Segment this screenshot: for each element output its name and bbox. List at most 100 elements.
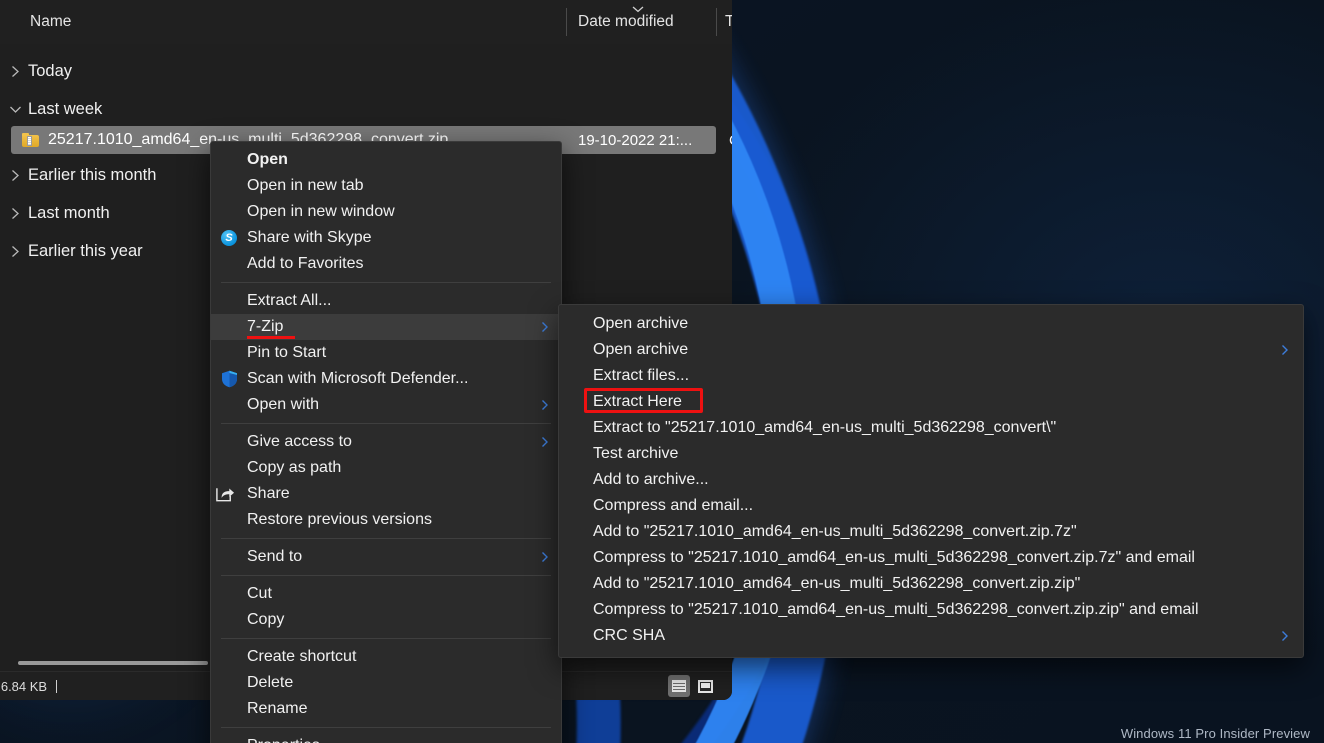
chevron-right-icon xyxy=(4,207,26,220)
menu-separator xyxy=(221,282,551,283)
zip-archive-icon xyxy=(22,133,39,147)
menu-item-label: Add to "25217.1010_amd64_en-us_multi_5d3… xyxy=(593,523,1077,540)
menu-item-label: Open archive xyxy=(593,341,689,358)
column-divider[interactable] xyxy=(716,8,717,36)
submenu-item-extract-files[interactable]: Extract files... xyxy=(559,363,1303,389)
scrollbar-thumb[interactable] xyxy=(18,661,208,665)
menu-item-label: Add to "25217.1010_amd64_en-us_multi_5d3… xyxy=(593,575,1081,592)
menu-item-open-in-new-window[interactable]: Open in new window xyxy=(211,199,561,225)
menu-item-open-in-new-tab[interactable]: Open in new tab xyxy=(211,173,561,199)
menu-item-send-to[interactable]: Send to xyxy=(211,544,561,570)
submenu-item-add-to-archive[interactable]: Add to archive... xyxy=(559,467,1303,493)
view-mode-buttons xyxy=(668,675,716,697)
group-label: Earlier this year xyxy=(28,241,143,260)
menu-item-label: Extract to "25217.1010_amd64_en-us_multi… xyxy=(593,419,1057,436)
menu-item-open[interactable]: Open xyxy=(211,147,561,173)
menu-item-label: Compress to "25217.1010_amd64_en-us_mult… xyxy=(593,549,1195,566)
submenu-item-compress-to-7z-and-email[interactable]: Compress to "25217.1010_amd64_en-us_mult… xyxy=(559,545,1303,571)
skype-icon: S xyxy=(219,228,239,248)
file-type: C xyxy=(729,132,732,149)
menu-separator xyxy=(221,423,551,424)
menu-item-7-zip[interactable]: 7-Zip xyxy=(211,314,561,340)
menu-item-open-with[interactable]: Open with xyxy=(211,392,561,418)
submenu-item-open-archive-with[interactable]: Open archive xyxy=(559,337,1303,363)
group-header-today[interactable]: Today xyxy=(4,52,72,90)
menu-item-scan-with-microsoft-defender[interactable]: Scan with Microsoft Defender... xyxy=(211,366,561,392)
submenu-item-test-archive[interactable]: Test archive xyxy=(559,441,1303,467)
group-header-earlier-this-year[interactable]: Earlier this year xyxy=(4,232,143,270)
menu-item-delete[interactable]: Delete xyxy=(211,670,561,696)
submenu-item-add-to-zip[interactable]: Add to "25217.1010_amd64_en-us_multi_5d3… xyxy=(559,571,1303,597)
column-header-type[interactable]: T xyxy=(725,0,732,44)
menu-item-label: Copy as path xyxy=(247,459,342,476)
chevron-right-icon xyxy=(541,436,549,448)
menu-item-rename[interactable]: Rename xyxy=(211,696,561,722)
annotation-underline xyxy=(247,336,295,339)
menu-item-label: Extract All... xyxy=(247,292,332,309)
menu-item-label: Open archive xyxy=(593,315,689,332)
column-header-date-modified[interactable]: Date modified xyxy=(578,0,674,44)
group-label: Earlier this month xyxy=(28,165,157,184)
column-header-name[interactable]: Name xyxy=(30,0,71,44)
chevron-right-icon xyxy=(541,321,549,333)
menu-item-share[interactable]: Share xyxy=(211,481,561,507)
menu-item-label: Open in new window xyxy=(247,203,395,220)
menu-item-share-with-skype[interactable]: S Share with Skype xyxy=(211,225,561,251)
menu-item-give-access-to[interactable]: Give access to xyxy=(211,429,561,455)
submenu-item-extract-to-folder[interactable]: Extract to "25217.1010_amd64_en-us_multi… xyxy=(559,415,1303,441)
menu-item-restore-previous-versions[interactable]: Restore previous versions xyxy=(211,507,561,533)
menu-item-label: Test archive xyxy=(593,445,679,462)
menu-item-label: Compress and email... xyxy=(593,497,754,514)
details-view-icon[interactable] xyxy=(668,675,690,697)
menu-item-label: Send to xyxy=(247,548,303,565)
menu-item-label: Delete xyxy=(247,674,294,691)
menu-item-extract-all[interactable]: Extract All... xyxy=(211,288,561,314)
menu-item-label: Share with Skype xyxy=(247,229,372,246)
share-icon xyxy=(215,484,235,504)
context-menu[interactable]: Open Open in new tab Open in new window … xyxy=(210,141,562,743)
submenu-item-open-archive[interactable]: Open archive xyxy=(559,311,1303,337)
menu-item-label: Rename xyxy=(247,700,308,717)
menu-item-copy-as-path[interactable]: Copy as path xyxy=(211,455,561,481)
group-header-last-month[interactable]: Last month xyxy=(4,194,110,232)
preview-pane-icon[interactable] xyxy=(694,675,716,697)
menu-item-label: Pin to Start xyxy=(247,344,327,361)
chevron-right-icon xyxy=(4,65,26,78)
menu-item-cut[interactable]: Cut xyxy=(211,581,561,607)
chevron-down-icon xyxy=(4,105,26,114)
menu-item-label: Restore previous versions xyxy=(247,511,432,528)
chevron-right-icon xyxy=(541,399,549,411)
menu-item-pin-to-start[interactable]: Pin to Start xyxy=(211,340,561,366)
submenu-item-compress-and-email[interactable]: Compress and email... xyxy=(559,493,1303,519)
menu-item-label: Copy xyxy=(247,611,285,628)
group-label: Last week xyxy=(28,99,103,118)
group-header-earlier-this-month[interactable]: Earlier this month xyxy=(4,156,156,194)
group-label: Last month xyxy=(28,203,110,222)
chevron-right-icon xyxy=(1281,630,1289,642)
windows-build-watermark: Windows 11 Pro Insider Preview xyxy=(1120,726,1310,741)
submenu-item-compress-to-zip-and-email[interactable]: Compress to "25217.1010_amd64_en-us_mult… xyxy=(559,597,1303,623)
menu-item-label: Open xyxy=(247,151,288,168)
menu-item-copy[interactable]: Copy xyxy=(211,607,561,633)
menu-item-label: 7-Zip xyxy=(247,318,284,335)
menu-item-label: Extract files... xyxy=(593,367,690,384)
submenu-7-zip[interactable]: Open archive Open archive Extract files.… xyxy=(558,304,1304,658)
column-divider[interactable] xyxy=(566,8,567,36)
menu-item-label: Create shortcut xyxy=(247,648,357,665)
menu-separator xyxy=(221,575,551,576)
menu-item-add-to-favorites[interactable]: Add to Favorites xyxy=(211,251,561,277)
submenu-item-crc-sha[interactable]: CRC SHA xyxy=(559,623,1303,649)
group-label: Today xyxy=(28,61,73,80)
file-date-modified: 19-10-2022 21:... xyxy=(578,131,693,149)
chevron-right-icon xyxy=(1281,344,1289,356)
chevron-right-icon xyxy=(541,551,549,563)
screen: Windows 11 Pro Insider Preview Name Date… xyxy=(0,0,1324,743)
menu-item-properties[interactable]: Properties xyxy=(211,733,561,743)
submenu-item-add-to-7z[interactable]: Add to "25217.1010_amd64_en-us_multi_5d3… xyxy=(559,519,1303,545)
group-header-last-week[interactable]: Last week xyxy=(4,90,102,128)
status-bar-text: d 6.84 KB xyxy=(0,678,48,694)
menu-item-create-shortcut[interactable]: Create shortcut xyxy=(211,644,561,670)
chevron-right-icon xyxy=(4,169,26,182)
submenu-item-extract-here[interactable]: Extract Here xyxy=(559,389,1303,415)
menu-item-label: Add to archive... xyxy=(593,471,709,488)
